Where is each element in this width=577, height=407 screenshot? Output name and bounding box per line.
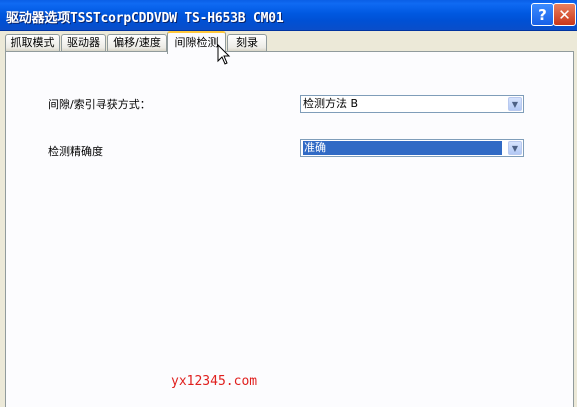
chevron-down-icon[interactable]: ▼ [508, 141, 522, 155]
accuracy-value: 准确 [303, 141, 502, 155]
gap-method-select[interactable]: 检测方法 B ▼ [300, 95, 524, 113]
accuracy-label: 检测精确度 [48, 145, 103, 158]
tab-drive[interactable]: 驱动器 [61, 34, 106, 51]
title-bar[interactable]: 驱动器选项TSSTcorpCDDVDW TS-H653B CM01 ? ✕ [0, 0, 577, 31]
close-button[interactable]: ✕ [553, 3, 576, 26]
help-button[interactable]: ? [531, 3, 554, 26]
accuracy-select[interactable]: 准确 ▼ [300, 139, 524, 157]
gap-method-value: 检测方法 B [303, 97, 359, 110]
tab-offset-speed[interactable]: 偏移/速度 [107, 34, 167, 51]
chevron-down-icon[interactable]: ▼ [508, 97, 522, 111]
gap-method-label: 间隙/索引寻获方式： [48, 98, 151, 111]
drive-options-window: 驱动器选项TSSTcorpCDDVDW TS-H653B CM01 ? ✕ 抓取… [0, 0, 577, 407]
mouse-cursor-icon [217, 44, 231, 65]
tab-strip: 抓取模式 驱动器 偏移/速度 间隙检测 刻录 [0, 30, 577, 54]
close-icon: ✕ [558, 5, 571, 24]
help-icon: ? [538, 5, 547, 24]
tab-burn[interactable]: 刻录 [227, 34, 267, 51]
watermark-text: yx12345.com [171, 374, 258, 389]
window-title: 驱动器选项TSSTcorpCDDVDW TS-H653B CM01 [6, 11, 284, 26]
tab-rip-mode[interactable]: 抓取模式 [5, 34, 60, 51]
